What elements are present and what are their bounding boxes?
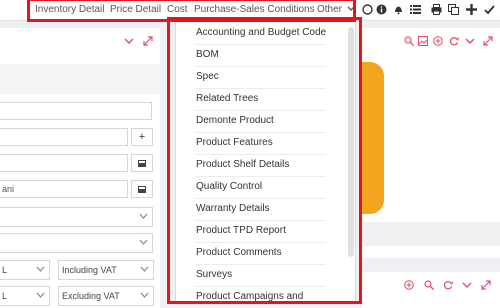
select-field[interactable]: L (0, 260, 50, 280)
second-panel (362, 272, 500, 308)
chevron-down-icon[interactable] (124, 38, 134, 45)
select-field[interactable] (0, 233, 153, 253)
add-button[interactable]: + (131, 128, 153, 146)
field-text: ani (2, 184, 15, 194)
chevron-down-icon[interactable] (465, 38, 475, 45)
select-value: L (2, 265, 8, 275)
copy-icon[interactable] (448, 4, 459, 15)
book-button[interactable] (131, 154, 153, 172)
left-panel-header (0, 28, 160, 60)
chevron-down-icon (36, 292, 45, 298)
menu-highlight-box (167, 17, 362, 304)
refresh-icon[interactable] (449, 36, 459, 46)
chevron-down-icon (139, 239, 148, 245)
text-field[interactable]: ani (0, 180, 128, 198)
search-icon[interactable] (404, 36, 414, 46)
select-value: L (2, 291, 8, 301)
chevron-down-icon (140, 266, 149, 272)
vat-select[interactable]: Including VAT (58, 260, 154, 280)
book-icon (138, 160, 146, 167)
book-icon (138, 186, 146, 193)
text-field[interactable] (0, 128, 128, 146)
settings-icon[interactable] (362, 4, 373, 15)
left-panel: + ani L Including VAT L Excluding VAT (0, 28, 160, 308)
image-icon[interactable] (418, 36, 428, 46)
chevron-down-icon (36, 266, 45, 272)
select-value: Including VAT (62, 265, 117, 275)
vat-select[interactable]: Excluding VAT (58, 286, 154, 306)
left-panel-section (0, 64, 160, 94)
add-circle-icon[interactable] (433, 36, 443, 46)
refresh-icon[interactable] (443, 280, 453, 290)
select-value: Excluding VAT (62, 291, 120, 301)
chevron-down-icon[interactable] (462, 282, 472, 289)
info-icon[interactable] (376, 4, 387, 15)
search-icon[interactable] (424, 280, 434, 290)
book-button[interactable] (131, 180, 153, 198)
chevron-down-icon (140, 292, 149, 298)
select-field[interactable]: L (0, 286, 50, 306)
text-field[interactable] (0, 102, 152, 120)
text-field[interactable] (0, 154, 128, 172)
expand-icon[interactable] (483, 36, 493, 46)
print-icon[interactable] (431, 4, 442, 15)
product-image (362, 62, 384, 214)
add-icon[interactable] (466, 4, 477, 15)
add-circle-icon[interactable] (404, 280, 414, 290)
bell-icon[interactable] (393, 4, 404, 15)
expand-icon[interactable] (481, 280, 491, 290)
chevron-down-icon (139, 213, 148, 219)
expand-icon[interactable] (143, 36, 153, 46)
select-field[interactable] (0, 207, 153, 227)
list-icon[interactable] (410, 4, 421, 15)
image-panel-footer (362, 222, 500, 246)
check-icon[interactable] (484, 4, 495, 15)
